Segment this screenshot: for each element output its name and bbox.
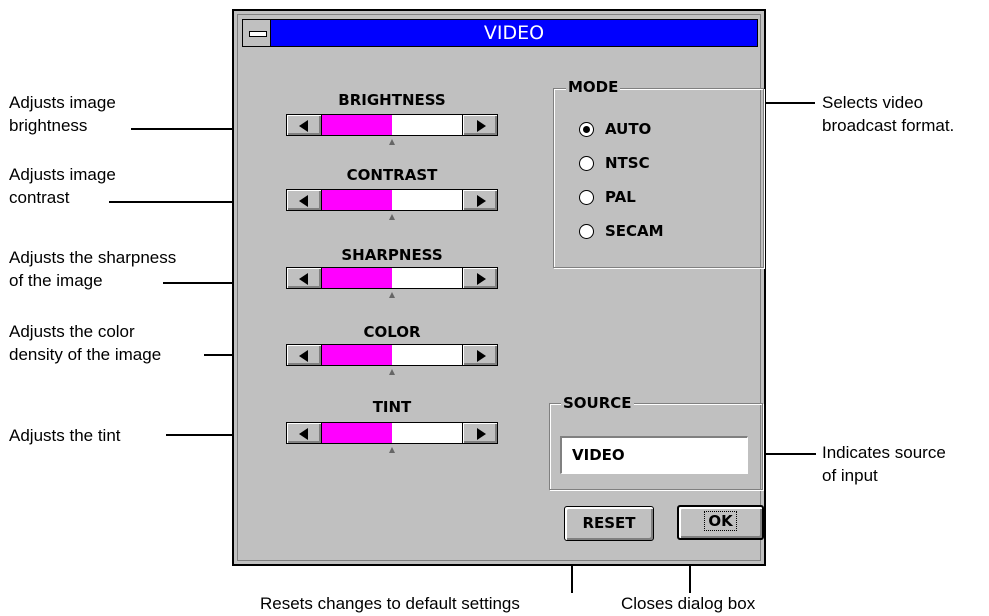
radio-button-icon — [579, 224, 594, 239]
arrow-left-icon — [299, 428, 308, 440]
color-decrease-button[interactable] — [286, 344, 322, 366]
callout-ok: Closes dialog box — [621, 594, 756, 613]
contrast-track[interactable] — [322, 189, 462, 211]
mode-option-ntsc[interactable]: NTSC — [579, 154, 729, 174]
tint-label: TINT — [372, 398, 412, 416]
sharpness-slider[interactable] — [286, 267, 498, 289]
leader-line-mode — [758, 102, 815, 104]
contrast-increase-button[interactable] — [462, 189, 498, 211]
radio-button-icon — [579, 122, 594, 137]
radio-button-icon — [579, 190, 594, 205]
mode-option-label: AUTO — [605, 120, 652, 138]
title-bar[interactable]: VIDEO — [242, 19, 758, 47]
callout-brightness: Adjusts image brightness — [9, 93, 116, 135]
color-label: COLOR — [363, 323, 421, 341]
arrow-left-icon — [299, 120, 308, 132]
callout-color: Adjusts the color density of the image — [9, 322, 162, 364]
color-fill — [322, 345, 392, 365]
contrast-marker-icon — [389, 214, 395, 220]
sharpness-label: SHARPNESS — [341, 246, 443, 264]
radio-button-icon — [579, 156, 594, 171]
callout-reset: Resets changes to default settings — [260, 594, 520, 613]
system-menu-button[interactable] — [243, 20, 271, 46]
source-field: VIDEO — [560, 436, 748, 474]
brightness-slider[interactable] — [286, 114, 498, 136]
brightness-fill — [322, 115, 392, 135]
tint-marker-icon — [389, 447, 395, 453]
callout-contrast: Adjusts image contrast — [9, 165, 116, 207]
contrast-slider[interactable] — [286, 189, 498, 211]
brightness-label: BRIGHTNESS — [338, 91, 446, 109]
brightness-increase-button[interactable] — [462, 114, 498, 136]
sharpness-fill — [322, 268, 392, 288]
arrow-right-icon — [477, 195, 486, 207]
arrow-left-icon — [299, 350, 308, 362]
contrast-fill — [322, 190, 392, 210]
color-marker-icon — [389, 369, 395, 375]
arrow-left-icon — [299, 195, 308, 207]
reset-button[interactable]: RESET — [564, 506, 654, 541]
callout-mode: Selects video broadcast format. — [822, 93, 955, 135]
tint-decrease-button[interactable] — [286, 422, 322, 444]
dialog-title: VIDEO — [483, 22, 545, 44]
mode-option-auto[interactable]: AUTO — [579, 120, 729, 140]
mode-option-label: PAL — [605, 188, 636, 206]
callout-tint: Adjusts the tint — [9, 426, 121, 445]
tint-track[interactable] — [322, 422, 462, 444]
mode-option-label: NTSC — [605, 154, 650, 172]
sharpness-marker-icon — [389, 292, 395, 298]
color-track[interactable] — [322, 344, 462, 366]
tint-slider[interactable] — [286, 422, 498, 444]
callout-sharpness: Adjusts the sharpness of the image — [9, 248, 177, 290]
tint-fill — [322, 423, 392, 443]
brightness-marker-icon — [389, 139, 395, 145]
arrow-right-icon — [477, 120, 486, 132]
contrast-decrease-button[interactable] — [286, 189, 322, 211]
contrast-label: CONTRAST — [346, 166, 438, 184]
callout-source: Indicates source of input — [822, 443, 946, 485]
tint-increase-button[interactable] — [462, 422, 498, 444]
arrow-left-icon — [299, 273, 308, 285]
sharpness-decrease-button[interactable] — [286, 267, 322, 289]
mode-group-title: MODE — [566, 78, 621, 96]
mode-option-label: SECAM — [605, 222, 664, 240]
brightness-track[interactable] — [322, 114, 462, 136]
arrow-right-icon — [477, 273, 486, 285]
reset-button-label: RESET — [582, 514, 636, 532]
mode-option-secam[interactable]: SECAM — [579, 222, 729, 242]
ok-button[interactable]: OK — [677, 505, 764, 540]
brightness-decrease-button[interactable] — [286, 114, 322, 136]
arrow-right-icon — [477, 428, 486, 440]
arrow-right-icon — [477, 350, 486, 362]
sharpness-increase-button[interactable] — [462, 267, 498, 289]
ok-button-label: OK — [704, 511, 737, 531]
sharpness-track[interactable] — [322, 267, 462, 289]
color-increase-button[interactable] — [462, 344, 498, 366]
mode-option-pal[interactable]: PAL — [579, 188, 729, 208]
color-slider[interactable] — [286, 344, 498, 366]
source-group-title: SOURCE — [561, 394, 634, 412]
system-menu-icon — [249, 31, 267, 37]
